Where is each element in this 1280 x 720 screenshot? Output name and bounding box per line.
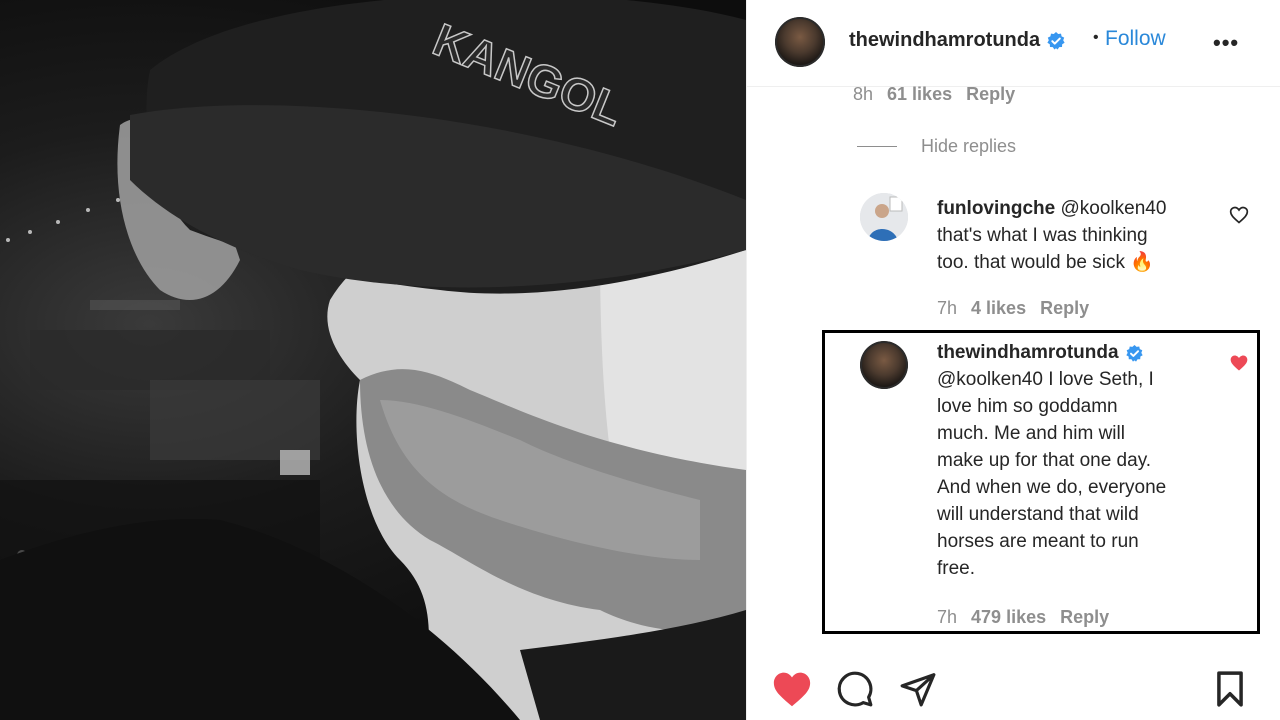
more-options-icon[interactable]: ••• [1213,30,1239,56]
comment-text-line[interactable]: @koolken40 [1061,198,1167,219]
hide-replies-label: Hide replies [921,136,1017,156]
hide-replies-line [857,146,897,147]
separator-dot: • [1093,29,1099,46]
author-name-row: thewindhamrotunda [849,29,1066,52]
author-username[interactable]: thewindhamrotunda [849,29,1040,52]
prev-comment-reply[interactable]: Reply [966,84,1015,105]
commenter-avatar[interactable] [860,193,908,241]
comment-text-line: that's what I was thinking [937,225,1148,246]
comment-reply[interactable]: Reply [1040,298,1089,319]
comment-username[interactable]: funlovingche [937,198,1055,219]
commenter-avatar-image [860,193,908,241]
highlight-box [822,330,1260,634]
comment-icon[interactable] [836,670,874,708]
post-action-bar [747,660,1280,720]
comment-time: 7h [937,298,958,318]
prev-comment-time: 8h [853,84,874,104]
heart-icon[interactable] [771,670,813,708]
comment-content: funlovingche @koolken40 that's what I wa… [937,195,1207,276]
verified-badge-icon [1047,31,1065,49]
comment-like-heart-icon[interactable] [1229,205,1249,225]
post-header: thewindhamrotunda • Follow ••• [747,0,1280,87]
prev-comment-meta: 8h 61 likes Reply [853,84,1015,105]
author-avatar[interactable] [775,17,825,67]
follow-button[interactable]: Follow [1105,27,1166,51]
photo-illustration: KANGOL [0,0,746,720]
comment-meta: 7h 4 likes Reply [937,298,1089,319]
comment-likes[interactable]: 4 likes [971,298,1026,319]
comment-body: funlovingche @koolken40 that's what I wa… [937,195,1207,276]
bookmark-icon[interactable] [1213,670,1247,708]
hide-replies-toggle[interactable]: Hide replies [857,136,1016,157]
comment-text-line: too. that would be sick 🔥 [937,252,1154,273]
share-icon[interactable] [899,670,937,708]
prev-comment-likes[interactable]: 61 likes [887,84,952,105]
post-photo[interactable]: KANGOL [0,0,746,720]
